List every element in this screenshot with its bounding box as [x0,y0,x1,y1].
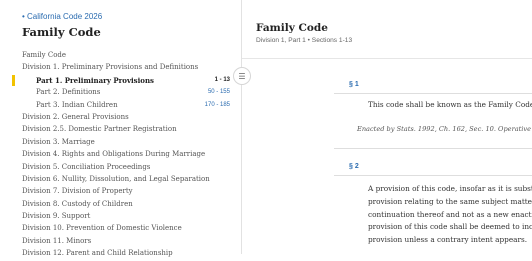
section-1-label[interactable]: § 1 [349,81,359,88]
toc-item-label: Division 10. Prevention of Domestic Viol… [22,224,182,233]
toc-item[interactable]: Part 1. Preliminary Provisions 1 - 13 [0,74,241,86]
california-code-link[interactable]: • California Code 2026 [22,12,241,22]
section-2-label[interactable]: § 2 [349,163,359,170]
toc-item-label: Part 1. Preliminary Provisions [36,75,154,85]
toc-item-label: Division 12. Parent and Child Relationsh… [22,249,173,258]
toc-item[interactable]: Division 2. General Provisions [0,112,241,123]
toc-item[interactable]: Family Code [0,50,241,61]
section-range: 1 - 13 [214,76,230,83]
toc-item-label: Division 11. Minors [22,236,92,245]
section-divider [334,93,532,94]
toc-item[interactable]: Division 4. Rights and Obligations Durin… [0,149,241,160]
toc-item[interactable]: Part 3. Indian Children 170 - 185 [0,100,241,111]
toc-item-label: Division 1. Preliminary Provisions and D… [22,63,199,72]
table-of-contents-sidebar: • California Code 2026 Family Code Famil… [0,0,242,257]
toc-item-label: Division 8. Custody of Children [22,199,133,208]
header-divider [242,58,532,59]
toc-item[interactable]: Division 10. Prevention of Domestic Viol… [0,223,241,234]
toc-item[interactable]: Division 6. Nullity, Dissolution, and Le… [0,174,241,185]
toc-item[interactable]: Division 1. Preliminary Provisions and D… [0,62,241,73]
toc-item-label: Division 3. Marriage [22,137,95,146]
section-2-line: continuation thereof and not as a new en… [368,209,532,219]
toc-item-label: Division 2.5. Domestic Partner Registrat… [22,125,177,134]
section-2-line: A provision of this code, insofar as it … [368,184,532,193]
toc-list: Family Code Division 1. Preliminary Provi… [0,50,241,261]
section-divider [334,148,532,149]
toc-item-label: Family Code [22,51,67,59]
toc-item[interactable]: Division 2.5. Domestic Partner Registrat… [0,124,241,135]
toc-item-label: Division 2. General Provisions [22,112,129,121]
toc-item[interactable]: Division 11. Minors [0,236,241,247]
toc-item-label: Division 9. Support [22,212,91,221]
breadcrumb: Division 1, Part 1 • Sections 1-13 [256,37,353,44]
toc-item[interactable]: Division 3. Marriage [0,137,241,148]
section-1-history: Enacted by Stats. 1992, Ch. 162, Sec. 10… [357,125,532,133]
sidebar-title: Family Code [22,25,101,39]
page-title: Family Code [256,22,328,34]
section-2-line: provision unless a contrary intent appea… [368,235,528,245]
toc-item[interactable]: Part 2. Definitions 50 - 155 [0,87,241,98]
toc-item-label: Division 5. Conciliation Proceedings [22,162,151,171]
toc-item-label: Division 7. Division of Property [22,187,133,196]
section-range: 170 - 185 [204,101,230,108]
section-divider [334,175,532,176]
toc-item[interactable]: Division 7. Division of Property [0,186,241,197]
section-2-line: provision relating to the same subject m… [368,196,532,206]
section-range: 50 - 155 [207,89,230,96]
toc-item-label: Part 3. Indian Children [36,100,118,109]
toc-item[interactable]: Division 5. Conciliation Proceedings [0,162,241,173]
section-2-text: A provision of this code, insofar as it … [368,183,532,247]
toc-item-label: Part 2. Definitions [36,88,101,97]
main-content: Family Code Division 1, Part 1 • Section… [242,0,532,254]
active-marker [12,74,15,86]
section-2-line: provision of this code shall be deemed t… [368,222,532,232]
section-1-text: This code shall be known as the Family C… [368,100,532,109]
toc-item-label: Division 6. Nullity, Dissolution, and Le… [22,174,210,183]
toc-item-label: Division 4. Rights and Obligations Durin… [22,150,206,159]
toc-item[interactable]: Division 9. Support [0,211,241,222]
toc-item[interactable]: Division 8. Custody of Children [0,199,241,210]
